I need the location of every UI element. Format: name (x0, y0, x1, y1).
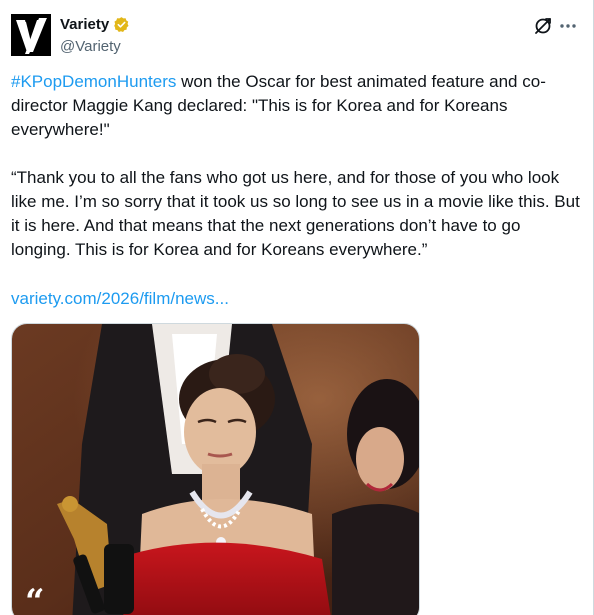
verified-badge-icon (114, 17, 129, 32)
article-link[interactable]: variety.com/2026/film/news... (11, 287, 229, 311)
author-handle[interactable]: @Variety (60, 38, 121, 55)
hashtag-link[interactable]: #KPopDemonHunters (11, 72, 176, 91)
variety-v-logo-icon (11, 14, 51, 56)
media-quote-overlay-icon: “ (25, 582, 45, 615)
tweet-media-image[interactable] (11, 323, 420, 615)
tweet-container[interactable]: Variety @Variety #KPopDemonHunters won t… (0, 0, 594, 615)
author-name-row: Variety (60, 16, 130, 33)
author-display-name[interactable]: Variety (60, 16, 109, 33)
tweet-paragraph-1: #KPopDemonHunters won the Oscar for best… (11, 70, 581, 142)
avatar[interactable] (11, 14, 51, 56)
grok-icon[interactable] (533, 16, 553, 36)
tweet-paragraph-2: “Thank you to all the fans who got us he… (11, 168, 580, 259)
more-options-icon[interactable] (558, 18, 578, 34)
tweet-body: #KPopDemonHunters won the Oscar for best… (11, 70, 581, 262)
